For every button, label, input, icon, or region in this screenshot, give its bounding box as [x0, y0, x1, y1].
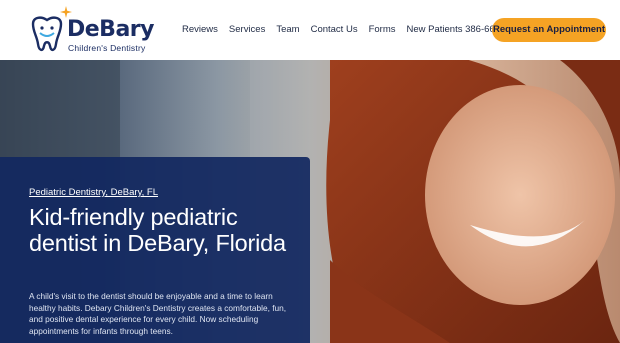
tooth-logo-icon [31, 16, 63, 52]
nav-team[interactable]: Team [276, 22, 299, 38]
nav-reviews[interactable]: Reviews [182, 22, 218, 38]
hero-headline: Kid-friendly pediatric dentist in DeBary… [29, 204, 286, 256]
logo[interactable]: DeBary Children's Dentistry [27, 6, 162, 54]
breadcrumb-link[interactable]: Pediatric Dentistry, DeBary, FL [29, 187, 158, 198]
nav-contact-us[interactable]: Contact Us [311, 22, 358, 38]
logo-subtitle: Children's Dentistry [68, 43, 146, 53]
nav-forms[interactable]: Forms [369, 22, 396, 38]
hero-description: A child's visit to the dentist should be… [29, 291, 287, 336]
nav-services[interactable]: Services [229, 22, 265, 38]
main-nav: Reviews Services Team Contact Us Forms N… [182, 22, 535, 38]
site-header: DeBary Children's Dentistry Reviews Serv… [0, 0, 620, 60]
request-appointment-button[interactable]: Request an Appointment [492, 18, 606, 42]
logo-name: DeBary [67, 17, 155, 42]
